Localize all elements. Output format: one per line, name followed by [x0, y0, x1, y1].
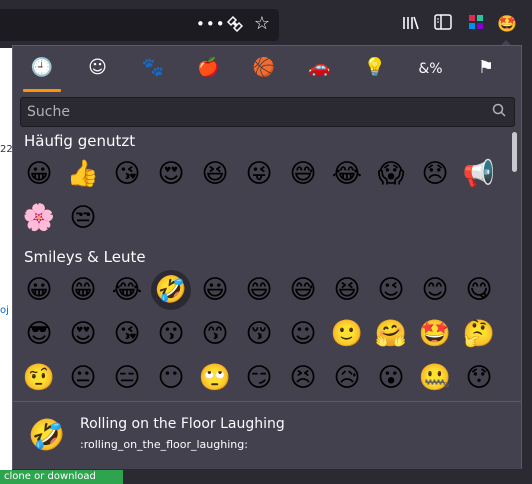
- recent-icon: 🕘: [30, 57, 54, 78]
- flags-icon: ⚑: [477, 57, 495, 78]
- preview-emoji: 🤣: [28, 418, 66, 453]
- emoji-button[interactable]: 😉: [371, 270, 411, 310]
- scroll-thumb[interactable]: [512, 132, 517, 172]
- preview-shortcode: :rolling_on_the_floor_laughing:: [80, 438, 248, 451]
- emoji-button[interactable]: ☺: [283, 314, 323, 354]
- emoji-button[interactable]: 😊: [415, 270, 455, 310]
- emoji-button[interactable]: 🤩: [415, 314, 455, 354]
- emoji-button[interactable]: 😚: [239, 314, 279, 354]
- more-dots-icon[interactable]: •••: [196, 14, 225, 34]
- tab-food[interactable]: 🍎: [187, 46, 231, 92]
- emoji-preview-footer: 🤣 Rolling on the Floor Laughing :rolling…: [13, 401, 521, 469]
- emoji-button[interactable]: 😅: [283, 154, 323, 194]
- emoji-button[interactable]: 😀: [19, 154, 59, 194]
- library-icon[interactable]: [400, 14, 422, 37]
- emoji-picker-panel: 🕘☺🐾🍎🏀🚗💡&%⚑ Häufig genutzt😀👍😘😍😆😜😅😂😱😞📢🌸😒Sm…: [12, 45, 522, 469]
- tab-smileys[interactable]: ☺: [76, 46, 120, 92]
- emoji-button[interactable]: 😘: [107, 154, 147, 194]
- section-title: Smileys & Leute: [24, 248, 146, 266]
- emoji-button[interactable]: 😄: [239, 270, 279, 310]
- scrollbar[interactable]: [510, 130, 520, 400]
- emoji-button[interactable]: 🤗: [371, 314, 411, 354]
- emoji-button[interactable]: 😶: [151, 358, 191, 398]
- emoji-button[interactable]: 😘: [107, 314, 147, 354]
- emoji-button[interactable]: 🤣: [151, 270, 191, 310]
- search-input[interactable]: [27, 101, 477, 123]
- emoji-button[interactable]: 😑: [107, 358, 147, 398]
- page-link-fragment[interactable]: oj: [0, 305, 9, 316]
- emoji-button[interactable]: 😒: [63, 198, 103, 238]
- objects-icon: 💡: [363, 57, 387, 78]
- emoji-button[interactable]: 😃: [195, 270, 235, 310]
- emoji-button[interactable]: 😐: [63, 358, 103, 398]
- bookmark-star-icon[interactable]: ☆: [251, 14, 273, 34]
- emoji-button[interactable]: 😂: [107, 270, 147, 310]
- tab-travel[interactable]: 🚗: [298, 46, 342, 92]
- emoji-button[interactable]: 🌸: [19, 198, 59, 238]
- category-tabs: 🕘 ☺ 🐾 🍎 🏀 🚗 💡 &% ⚑: [13, 46, 521, 92]
- sidebar-icon[interactable]: [432, 14, 454, 35]
- tab-objects[interactable]: 💡: [353, 46, 397, 92]
- emoji-button[interactable]: 😅: [283, 270, 323, 310]
- food-icon: 🍎: [197, 57, 220, 78]
- browser-toolbar: ••• ☆ 🤩: [0, 0, 532, 48]
- page-content-edge: 22 oj: [0, 48, 13, 481]
- emoji-button[interactable]: 👍: [63, 154, 103, 194]
- emoji-list: Häufig genutzt 😀 👍 😘 😍 😆 😜 😅 😂 😱 😞 📢 🌸 😒 Smileys & Leu…: [13, 130, 509, 400]
- emoji-button[interactable]: 😙: [195, 314, 235, 354]
- search-box[interactable]: [20, 97, 515, 127]
- emoji-button[interactable]: 😞: [415, 154, 455, 194]
- emoji-button[interactable]: 📢: [459, 154, 499, 194]
- extension-grid-icon[interactable]: [465, 14, 487, 35]
- section-title: Häufig genutzt: [24, 132, 136, 150]
- emoji-button[interactable]: 😣: [283, 358, 323, 398]
- clone-download-button[interactable]: clone or download: [0, 470, 123, 484]
- emoji-button[interactable]: 😮: [371, 358, 411, 398]
- tab-animals[interactable]: 🐾: [131, 46, 175, 92]
- emoji-button[interactable]: 😆: [195, 154, 235, 194]
- emoji-button[interactable]: 😗: [151, 314, 191, 354]
- travel-icon: 🚗: [308, 57, 331, 78]
- emoji-button[interactable]: 😜: [239, 154, 279, 194]
- emoji-button[interactable]: 😁: [63, 270, 103, 310]
- search-icon: [492, 103, 506, 122]
- emoji-button[interactable]: 😀: [19, 270, 59, 310]
- symbols-icon: &%: [418, 61, 443, 77]
- emoji-button[interactable]: 🤐: [415, 358, 455, 398]
- tab-activities[interactable]: 🏀: [242, 46, 286, 92]
- emoji-button[interactable]: 🙄: [195, 358, 235, 398]
- emoji-button[interactable]: 🙂: [327, 314, 367, 354]
- emoji-button[interactable]: 😍: [151, 154, 191, 194]
- emoji-button[interactable]: 😏: [239, 358, 279, 398]
- animals-icon: 🐾: [141, 57, 165, 78]
- page-text-fragment: 22: [0, 144, 13, 155]
- emoji-button[interactable]: 🤨: [19, 358, 59, 398]
- tab-symbols[interactable]: &%: [409, 46, 453, 92]
- emoji-button[interactable]: 😎: [19, 314, 59, 354]
- emoji-button[interactable]: 😯: [459, 358, 499, 398]
- preview-name: Rolling on the Floor Laughing: [80, 416, 285, 432]
- emoji-picker-icon[interactable]: 🤩: [496, 14, 518, 34]
- activities-icon: 🏀: [252, 57, 276, 78]
- emoji-button[interactable]: 😍: [63, 314, 103, 354]
- emoji-button[interactable]: 🤔: [459, 314, 499, 354]
- emoji-button[interactable]: 😥: [327, 358, 367, 398]
- extensions-icon[interactable]: [223, 14, 245, 37]
- emoji-button[interactable]: 😋: [459, 270, 499, 310]
- emoji-button[interactable]: 😆: [327, 270, 367, 310]
- tab-recent[interactable]: 🕘: [20, 46, 64, 92]
- smileys-icon: ☺: [88, 57, 107, 78]
- tab-flags[interactable]: ⚑: [464, 46, 508, 92]
- emoji-button[interactable]: 😱: [371, 154, 411, 194]
- emoji-button[interactable]: 😂: [327, 154, 367, 194]
